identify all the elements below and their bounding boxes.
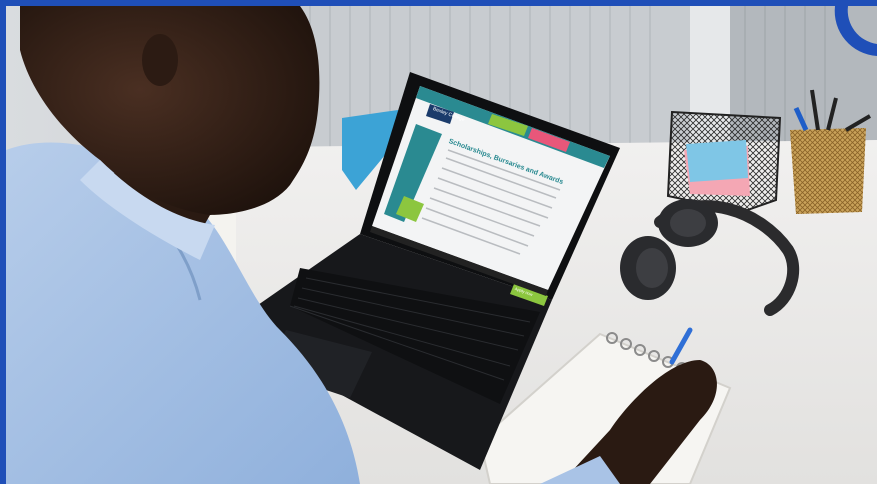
photo-illustration [0,0,877,484]
mesh-organizer [666,110,782,214]
photo-scene: Bexley College Scholarships, Bursaries a… [0,0,877,484]
